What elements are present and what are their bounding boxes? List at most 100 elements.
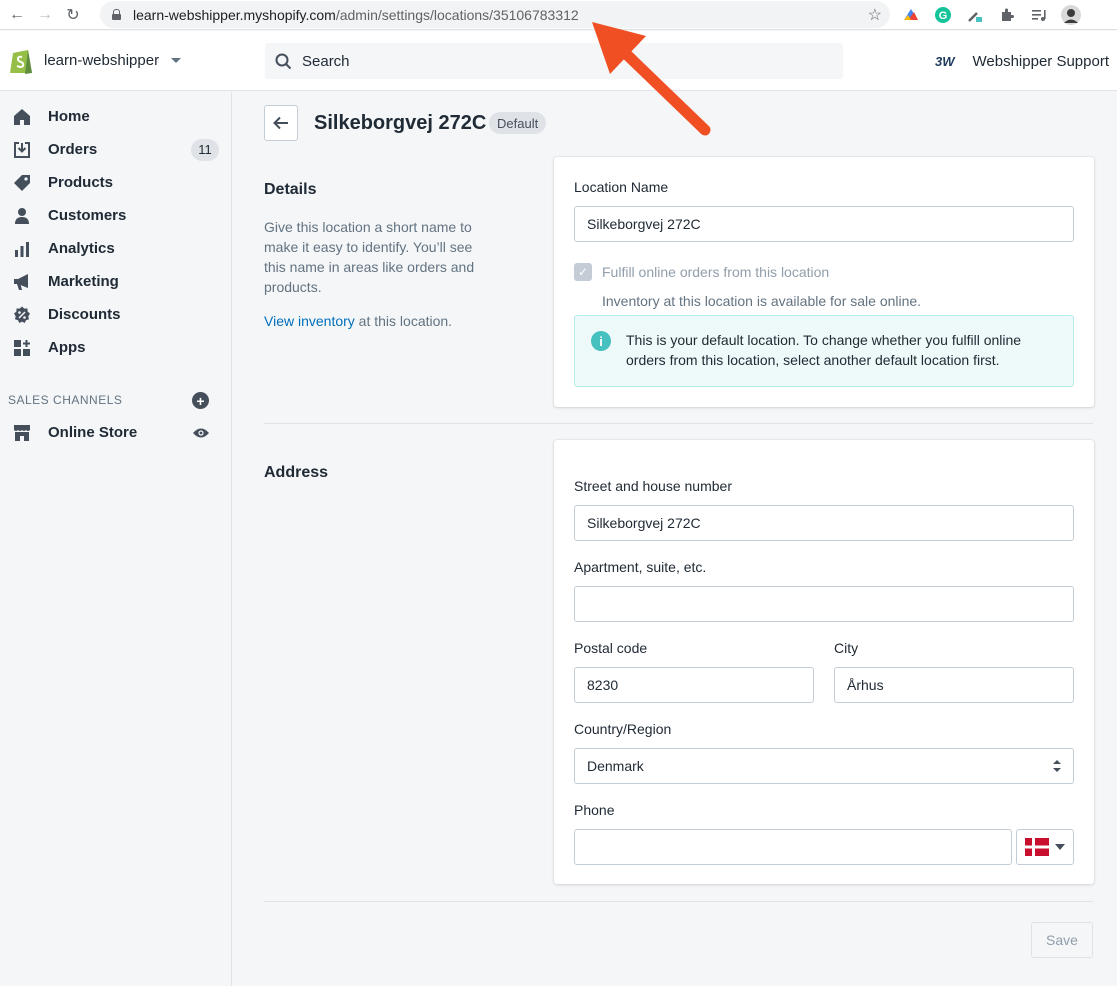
inventory-help-text: Inventory at this location is available … <box>602 293 922 309</box>
lock-icon <box>112 9 121 20</box>
puzzle-icon[interactable] <box>996 4 1018 26</box>
store-icon <box>12 423 32 443</box>
arrow-left-icon <box>273 116 288 130</box>
search-placeholder: Search <box>302 52 350 70</box>
account-name: Webshipper Support <box>972 52 1109 70</box>
eye-icon[interactable] <box>192 426 210 438</box>
sales-channels-heading: SALES CHANNELS <box>8 393 123 407</box>
forward-arrow-icon[interactable]: → <box>34 4 56 26</box>
megaphone-icon <box>12 272 32 292</box>
details-heading: Details <box>264 181 317 198</box>
phone-country-select[interactable] <box>1016 829 1074 865</box>
apps-icon <box>12 338 32 358</box>
fulfill-label: Fulfill online orders from this location <box>602 264 830 280</box>
apartment-label: Apartment, suite, etc. <box>574 559 707 575</box>
grammarly-icon[interactable]: G <box>932 4 954 26</box>
eyedropper-icon[interactable] <box>964 4 986 26</box>
street-label: Street and house number <box>574 478 732 494</box>
default-badge: Default <box>489 112 547 134</box>
phone-label: Phone <box>574 802 615 818</box>
webshipper-logo-icon: 3W <box>932 45 965 77</box>
store-name[interactable]: learn-webshipper <box>44 52 159 69</box>
main-content: Silkeborgvej 272C Default Details Give t… <box>233 92 1117 986</box>
postal-code-input[interactable]: 8230 <box>574 667 814 703</box>
person-icon <box>12 206 32 226</box>
city-label: City <box>834 640 859 656</box>
reload-icon[interactable]: ↻ <box>62 4 84 26</box>
url-host: learn-webshipper.myshopify.com <box>133 6 336 23</box>
sidebar-item-label: Customers <box>48 207 127 224</box>
sidebar-item-label: Orders <box>48 141 98 158</box>
details-card: Location Name Silkeborgvej 272C ✓ Fulfil… <box>554 157 1094 407</box>
sidebar-item-label: Marketing <box>48 273 119 290</box>
address-card: Street and house number Silkeborgvej 272… <box>554 440 1094 884</box>
sidebar-item-home[interactable]: Home <box>0 100 232 133</box>
address-heading: Address <box>264 464 329 481</box>
sidebar-item-marketing[interactable]: Marketing <box>0 265 232 298</box>
sidebar-item-label: Analytics <box>48 240 115 257</box>
orders-icon <box>12 140 32 160</box>
tag-icon <box>12 173 32 193</box>
svg-text:G: G <box>939 10 948 22</box>
sidebar-item-label: Discounts <box>48 306 121 323</box>
sidebar-item-label: Online Store <box>48 424 138 441</box>
search-icon <box>275 53 292 69</box>
media-icon[interactable] <box>1028 4 1050 26</box>
country-select[interactable]: Denmark <box>574 748 1074 784</box>
browser-toolbar: ← → ↻ learn-webshipper.myshopify.com/adm… <box>0 0 1117 30</box>
country-label: Country/Region <box>574 721 672 737</box>
sidebar-item-apps[interactable]: Apps <box>0 331 232 364</box>
fulfill-checkbox[interactable]: ✓ <box>574 263 592 281</box>
phone-input[interactable] <box>574 829 1012 865</box>
shopify-logo-icon[interactable] <box>8 47 34 75</box>
city-input[interactable]: Århus <box>834 667 1074 703</box>
sidebar-nav: Home Orders 11 Products Customers Analyt… <box>0 92 232 986</box>
banner-message: This is your default location. To change… <box>626 332 1022 368</box>
profile-avatar-icon[interactable] <box>1060 4 1082 26</box>
svg-text:3W: 3W <box>935 54 956 68</box>
bar-chart-icon <box>12 239 32 259</box>
sidebar-item-discounts[interactable]: Discounts <box>0 298 232 331</box>
discount-icon <box>12 305 32 325</box>
home-icon <box>12 107 32 127</box>
save-button[interactable]: Save <box>1031 922 1093 958</box>
view-inventory-line: View inventory at this location. <box>264 313 452 329</box>
info-icon: i <box>591 331 611 351</box>
sidebar-item-label: Products <box>48 174 114 191</box>
default-location-banner: i This is your default location. To chan… <box>574 315 1074 387</box>
sidebar-item-products[interactable]: Products <box>0 166 232 199</box>
country-value: Denmark <box>587 758 644 774</box>
apartment-input[interactable] <box>574 586 1074 622</box>
denmark-flag-icon <box>1025 838 1049 856</box>
sidebar-item-analytics[interactable]: Analytics <box>0 232 232 265</box>
sidebar-item-label: Home <box>48 108 90 125</box>
sidebar-item-label: Apps <box>48 339 86 356</box>
street-input[interactable]: Silkeborgvej 272C <box>574 505 1074 541</box>
address-bar[interactable]: learn-webshipper.myshopify.com/admin/set… <box>100 1 890 28</box>
orders-count-badge: 11 <box>191 138 219 161</box>
back-button[interactable] <box>264 105 298 141</box>
admin-topbar: learn-webshipper Search 3W Webshipper Su… <box>0 31 1117 91</box>
account-menu[interactable]: 3W Webshipper Support <box>932 45 1109 77</box>
details-description: Give this location a short name to make … <box>264 219 475 295</box>
sidebar-item-online-store[interactable]: Online Store <box>0 416 232 449</box>
view-inventory-suffix: at this location. <box>354 313 453 329</box>
sidebar-item-customers[interactable]: Customers <box>0 199 232 232</box>
caret-down-icon <box>1055 844 1065 850</box>
back-arrow-icon[interactable]: ← <box>6 4 28 26</box>
url-path: /admin/settings/locations/35106783312 <box>335 6 579 23</box>
section-divider <box>264 901 1093 902</box>
location-name-input[interactable]: Silkeborgvej 272C <box>574 206 1074 242</box>
select-arrows-icon <box>1053 760 1061 772</box>
sidebar-item-orders[interactable]: Orders 11 <box>0 133 232 166</box>
view-inventory-link[interactable]: View inventory <box>264 313 355 329</box>
add-channel-plus-icon[interactable]: + <box>192 392 209 409</box>
search-input[interactable]: Search <box>265 43 843 79</box>
page-title: Silkeborgvej 272C <box>314 112 487 134</box>
postal-code-label: Postal code <box>574 640 648 656</box>
location-name-label: Location Name <box>574 179 669 195</box>
bookmark-star-icon[interactable]: ☆ <box>868 5 882 25</box>
section-divider <box>264 423 1093 424</box>
extension-arrow-icon[interactable] <box>900 4 922 26</box>
chevron-down-icon[interactable] <box>171 58 181 63</box>
